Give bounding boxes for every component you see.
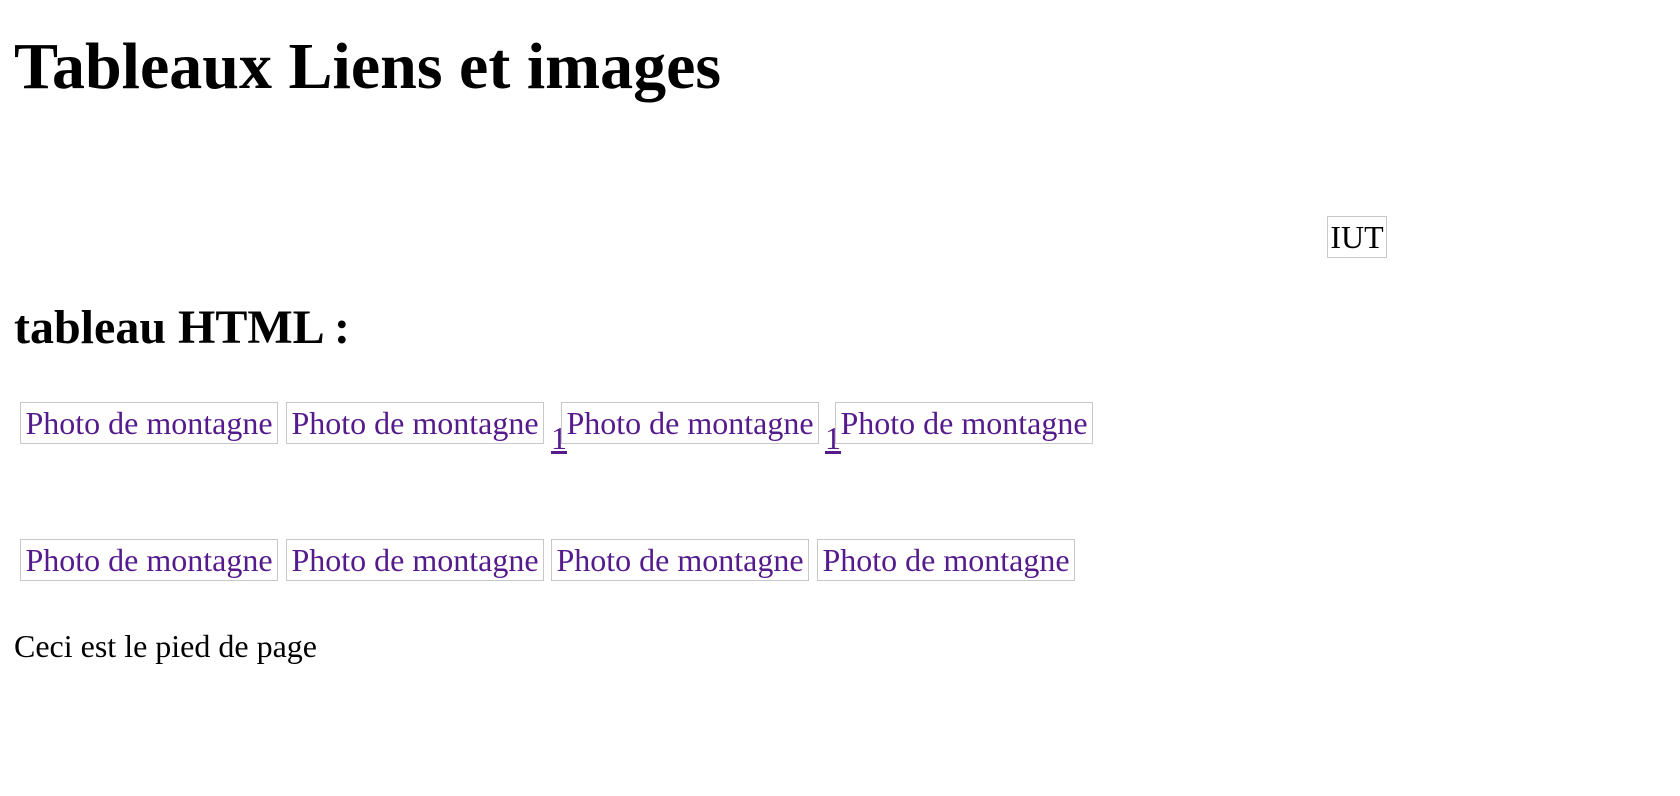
- page-footer: Ceci est le pied de page: [14, 628, 317, 664]
- photo-alt-text: Photo de montagne: [291, 542, 539, 578]
- photo-link-row1-4[interactable]: Photo de montagne: [835, 402, 1093, 444]
- photo-alt-text: Photo de montagne: [566, 405, 814, 441]
- page-title: Tableaux Liens et images: [14, 30, 722, 103]
- iut-logo-alt-text: IUT: [1330, 219, 1384, 255]
- photo-link-row2-3[interactable]: Photo de montagne: [551, 539, 809, 581]
- iut-logo-image: IUT: [1327, 216, 1387, 258]
- photo-link-row1-1[interactable]: Photo de montagne: [20, 402, 278, 444]
- photo-alt-text: Photo de montagne: [840, 405, 1088, 441]
- photo-alt-text: Photo de montagne: [25, 405, 273, 441]
- photo-link-row1-3[interactable]: Photo de montagne: [561, 402, 819, 444]
- photo-alt-text: Photo de montagne: [291, 405, 539, 441]
- section-title: tableau HTML :: [14, 301, 351, 354]
- photo-alt-text: Photo de montagne: [25, 542, 273, 578]
- photo-link-row2-4[interactable]: Photo de montagne: [817, 539, 1075, 581]
- page-root: Tableaux Liens et images IUT tableau HTM…: [0, 0, 1680, 796]
- photo-link-row1-2[interactable]: Photo de montagne: [286, 402, 544, 444]
- photo-link-row2-2[interactable]: Photo de montagne: [286, 539, 544, 581]
- photo-link-row2-1[interactable]: Photo de montagne: [20, 539, 278, 581]
- photo-alt-text: Photo de montagne: [822, 542, 1070, 578]
- photo-alt-text: Photo de montagne: [556, 542, 804, 578]
